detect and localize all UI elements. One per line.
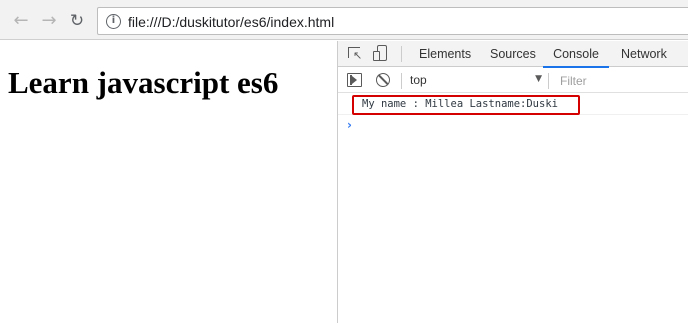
- url-text[interactable]: file:///D:/duskitutor/es6/index.html: [128, 14, 334, 30]
- console-toolbar-divider-2: [548, 73, 549, 89]
- page-viewport: Learn javascript es6: [0, 41, 337, 323]
- filter-input[interactable]: [552, 71, 688, 90]
- tabbar-divider: [401, 46, 402, 62]
- console-output: My name : Millea Lastname:Duski ›: [338, 94, 688, 323]
- browser-toolbar: ← → ↻ i file:///D:/duskitutor/es6/index.…: [0, 0, 688, 40]
- info-icon[interactable]: i: [106, 14, 121, 29]
- tab-console[interactable]: Console: [543, 41, 609, 68]
- tab-console-label: Console: [553, 47, 599, 61]
- context-selector-value: top: [410, 73, 427, 87]
- clear-console-icon[interactable]: [376, 73, 390, 87]
- forward-arrow-icon[interactable]: →: [38, 10, 60, 32]
- console-toolbar: top ▼: [338, 68, 688, 93]
- reload-icon[interactable]: ↻: [66, 10, 88, 32]
- devtools-tabbar: ↖ Elements Sources Console Network: [338, 41, 688, 68]
- inspect-element-icon[interactable]: ↖: [347, 45, 365, 63]
- console-toolbar-divider: [401, 73, 402, 89]
- devtools-panel: ↖ Elements Sources Console Network top ▼: [337, 41, 688, 323]
- device-toolbar-icon[interactable]: [372, 45, 390, 63]
- console-sidebar-icon[interactable]: [347, 73, 362, 87]
- tab-elements[interactable]: Elements: [419, 41, 471, 67]
- chevron-right-icon[interactable]: ›: [347, 118, 352, 132]
- tab-sources[interactable]: Sources: [490, 41, 536, 67]
- address-bar[interactable]: i file:///D:/duskitutor/es6/index.html: [97, 7, 688, 35]
- page-heading: Learn javascript es6: [8, 65, 279, 100]
- tab-network[interactable]: Network: [621, 41, 667, 67]
- back-arrow-icon[interactable]: ←: [10, 10, 32, 32]
- highlight-annotation: [352, 95, 580, 115]
- context-selector[interactable]: top ▼: [404, 71, 542, 90]
- chevron-down-icon: ▼: [535, 74, 542, 84]
